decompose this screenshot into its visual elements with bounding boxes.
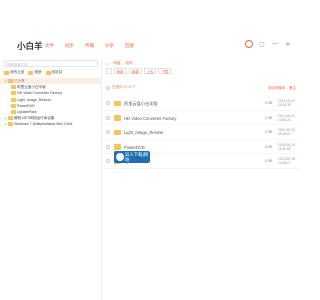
list-item[interactable]: 阿里云盘小白羊版 0.0B 2021-08-22 15:30:35 (102, 96, 300, 111)
tree-item-label: 微软.NET网络运行库合集 (14, 115, 55, 120)
breadcrumb-separator: › (122, 61, 124, 66)
tree-item-label: 阿里云盘小白羊版 (17, 84, 46, 89)
folder-icon (114, 129, 121, 135)
chevron-down-icon[interactable]: ▾ (5, 79, 7, 83)
folder-tree: ▾ 已分享 阿里云盘小白羊版 HD Video Converter Factory… (0, 78, 102, 128)
left-panel: 网盘搜索文件 我的云盘 相册 回收站 ▾ 已分享 阿里云盘小白羊版 HD Vide… (0, 58, 102, 300)
file-name: PowerDVD (124, 144, 145, 150)
folder-icon (114, 100, 121, 106)
tab-recycle[interactable]: 回收 (125, 43, 134, 49)
file-date: 2021-08-10 11:50:56 (278, 142, 295, 151)
chevron-right-icon[interactable]: ▸ (5, 122, 7, 126)
tab-share[interactable]: 分享 (105, 43, 114, 49)
file-name: HD Video Converter Factory (124, 115, 177, 121)
library-label: 我的云盘 (10, 70, 25, 74)
breadcrumb-separator: › (110, 61, 112, 66)
tree-item-label: Windows 7 Multipleditions Mini 10in1 (14, 122, 73, 127)
sort-controls: 按名称降序 备注 (264, 85, 296, 90)
sort-button[interactable]: 按名称降序 (268, 85, 285, 90)
folder-icon (28, 70, 34, 75)
folder-icon (4, 70, 9, 75)
folder-icon (11, 110, 16, 115)
folder-icon (114, 144, 121, 150)
file-date: 2021-08-22 09:05:57 (278, 128, 295, 137)
folder-icon (11, 97, 16, 102)
close-icon[interactable]: ✕ (284, 40, 292, 48)
minimize-icon[interactable]: — (271, 40, 279, 48)
tree-item-label: HD Video Converter Factory (17, 91, 63, 96)
library-recycle[interactable]: 回收站 (45, 70, 63, 75)
file-date: 2021-09-18 14:36:07 (278, 157, 295, 166)
file-size: 0.0B (265, 115, 273, 120)
folder-icon (8, 116, 13, 121)
tree-item-label: UpdatePack (17, 110, 37, 115)
selection-count: 已选中 0 / 5 个 (112, 85, 136, 89)
file-size: 0.0B (265, 101, 273, 105)
toolbar: ‹ 刷新 新建 上传 下载 (106, 68, 173, 74)
folder-icon (45, 70, 51, 75)
upload-button[interactable]: 上传 (143, 68, 157, 74)
library-label: 回收站 (51, 70, 63, 74)
download-button[interactable]: 下载 (158, 68, 172, 74)
selection-status: 已选中 0 / 5 个 (106, 85, 135, 90)
file-size: 0.0B (265, 144, 273, 149)
breadcrumb-item[interactable]: 软件 (126, 61, 133, 66)
maximize-icon[interactable]: ▢ (258, 40, 266, 48)
tree-item-label: Light_Image_Resizer (17, 97, 51, 102)
file-size: 0.0B (265, 130, 273, 134)
file-name: 阿里云盘小白羊版 (124, 101, 158, 106)
breadcrumb: ⌂ › 网盘 › 软件 (106, 61, 133, 66)
tree-item-label: PowerDVD (17, 103, 35, 108)
list-item[interactable]: Light_Image_Resizer 0.0B 2021-08-22 09:05:… (102, 125, 300, 140)
settings-icon[interactable] (245, 40, 253, 48)
home-icon[interactable]: ⌂ (106, 62, 108, 66)
folder-icon (8, 122, 13, 127)
tab-transfer[interactable]: 传输 (85, 43, 94, 49)
library-label: 相册 (34, 70, 42, 74)
row-checkbox[interactable] (106, 159, 110, 163)
list-item[interactable]: HD Video Converter Factory 0.0B 2021-08-22… (102, 111, 300, 125)
row-checkbox[interactable] (106, 115, 110, 120)
library-my-drive[interactable]: 我的云盘 (4, 70, 24, 75)
refresh-button[interactable]: 刷新 (114, 68, 127, 74)
tree-item-label: 已分享 (14, 78, 25, 83)
watermark-text: 异人下载|网站 (125, 152, 149, 162)
window-controls: ▢ — ✕ (240, 40, 292, 48)
folder-icon (11, 91, 16, 96)
select-all-checkbox[interactable] (106, 85, 110, 90)
file-size: 0.0B (265, 159, 273, 163)
watermark-logo-icon (116, 153, 124, 161)
file-name: Light_Image_Resizer (124, 130, 164, 135)
folder-icon (11, 85, 16, 90)
tree-item[interactable]: ▸ Windows 7 Multipleditions Mini 10in1 (0, 121, 102, 127)
search-input[interactable]: 网盘搜索文件 (4, 60, 98, 67)
file-list-panel: ⌂ › 网盘 › 软件 ‹ 刷新 新建 上传 下载 已选中 0 / 5 个 按名… (102, 58, 300, 300)
tab-files[interactable]: 文件 (45, 43, 54, 49)
app-title: 小白羊 (17, 41, 43, 51)
folder-icon (8, 79, 13, 84)
tab-sync[interactable]: 同步 (65, 43, 74, 49)
watermark-badge: 异人下载|网站 (114, 151, 150, 163)
back-icon[interactable]: ‹ (106, 68, 112, 74)
note-button[interactable]: 备注 (289, 85, 296, 90)
row-checkbox[interactable] (106, 101, 110, 105)
library-album[interactable]: 相册 (28, 70, 42, 75)
chevron-right-icon[interactable]: ▸ (5, 116, 7, 120)
row-checkbox[interactable] (106, 144, 110, 149)
row-checkbox[interactable] (106, 130, 110, 134)
new-button[interactable]: 新建 (128, 68, 142, 74)
folder-icon (114, 115, 121, 121)
library-row: 我的云盘 相册 回收站 (4, 70, 66, 75)
file-date: 2021-08-22 15:30:35 (278, 99, 295, 108)
folder-icon (11, 103, 16, 108)
file-date: 2021-08-22 10:50:21 (278, 113, 295, 122)
title-bar: 小白羊 文件 同步 传输 分享 回收 ▢ — ✕ (0, 0, 300, 58)
breadcrumb-item[interactable]: 网盘 (113, 61, 120, 66)
main-tabs: 文件 同步 传输 分享 回收 (45, 43, 145, 49)
